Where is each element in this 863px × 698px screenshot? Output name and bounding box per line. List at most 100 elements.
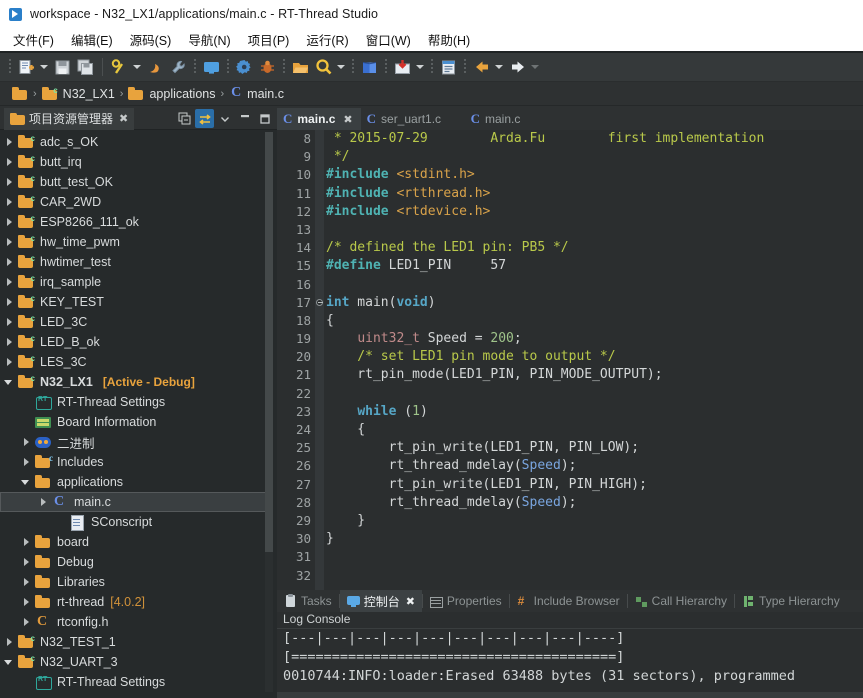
tree-item-adc-s-ok[interactable]: c adc_s_OK [0,132,271,152]
debug-bug-icon[interactable] [257,57,278,78]
new-dropdown-arrow[interactable] [38,57,49,78]
tree-item-rt-thread-settings[interactable]: RT RT-Thread Settings [0,392,271,412]
console-output[interactable]: [---|---|---|---|---|---|---|---|---|---… [277,628,863,690]
breadcrumb-item-folder[interactable]: applications [128,87,215,101]
expand-twisty-icon[interactable] [4,357,15,368]
collapse-twisty-icon[interactable] [4,377,15,388]
wrench-icon[interactable] [168,57,189,78]
expand-twisty-icon[interactable] [4,637,15,648]
breadcrumb-item-project[interactable]: c N32_LX1 [41,86,115,101]
tree-item-hw-time-pwm[interactable]: c hw_time_pwm [0,232,271,252]
expand-twisty-icon[interactable] [4,257,15,268]
settings-gear-icon[interactable] [234,57,255,78]
breadcrumb-item-file[interactable]: C main.c [229,85,284,101]
console-tab-include-browser[interactable]: # Include Browser [510,590,627,612]
console-tab-call-hierarchy[interactable]: Call Hierarchy [628,590,734,612]
save-icon[interactable] [52,57,73,78]
back-arrow-icon[interactable] [471,57,492,78]
build-dropdown-arrow[interactable] [131,57,142,78]
terminal-icon[interactable] [201,57,222,78]
tree-item-sconscript[interactable]: SConscript [0,512,271,532]
editor-tab-main-c[interactable]: Cmain.c [465,108,553,130]
tree-item-butt-irq[interactable]: c butt_irq [0,152,271,172]
collapse-twisty-icon[interactable] [21,477,32,488]
save-all-icon[interactable] [75,57,96,78]
tree-item-board[interactable]: board [0,532,271,552]
tree-item-main-c[interactable]: Cmain.c [0,492,271,512]
editor-tab-ser_uart1-c[interactable]: Cser_uart1.c [361,108,465,130]
view-menu-chevron-icon[interactable] [215,109,234,128]
search-dropdown-arrow[interactable] [335,57,346,78]
tree-item-irq-sample[interactable]: c irq_sample [0,272,271,292]
expand-twisty-icon[interactable] [21,437,32,448]
expand-twisty-icon[interactable] [4,237,15,248]
download-icon[interactable] [392,57,413,78]
menu-navigate[interactable]: 导航(N) [181,28,237,51]
tree-item-n32-test-1[interactable]: c N32_TEST_1 [0,632,271,652]
menu-file[interactable]: 文件(F) [6,28,61,51]
expand-twisty-icon[interactable] [21,457,32,468]
fold-toggle-icon[interactable] [316,298,323,306]
expand-twisty-icon[interactable] [21,557,32,568]
link-with-editor-icon[interactable] [195,109,214,128]
close-icon[interactable]: ✖ [343,113,352,126]
tree-item-applications[interactable]: applications [0,472,271,492]
expand-twisty-icon[interactable] [21,577,32,588]
editor-tab-main-c[interactable]: Cmain.c ✖ [277,108,361,130]
tree-item-esp8266-111-ok[interactable]: c ESP8266_111_ok [0,212,271,232]
maximize-icon[interactable] [255,109,274,128]
menu-source[interactable]: 源码(S) [123,28,179,51]
search-icon[interactable] [313,57,334,78]
code-editor[interactable]: 8 9 10 11 12 13 14 15 16 17 18 19 20 21 22 23 24 25 26 27 28… [277,130,863,590]
collapse-all-icon[interactable] [175,109,194,128]
tree-item-car-2wd[interactable]: c CAR_2WD [0,192,271,212]
tree-item-n32-lx1[interactable]: c N32_LX1 [Active - Debug] [0,372,271,392]
console-tab-type-hierarchy[interactable]: Type Hierarchy [735,590,847,612]
tree-item-debug[interactable]: Debug [0,552,271,572]
menu-run[interactable]: 运行(R) [299,28,355,51]
tree-item-les-3c[interactable]: c LES_3C [0,352,271,372]
close-icon[interactable]: ✖ [406,595,415,608]
menu-help[interactable]: 帮助(H) [421,28,477,51]
tree-item-butt-test-ok[interactable]: c butt_test_OK [0,172,271,192]
tree-item-rtconfig-h[interactable]: Crtconfig.h [0,612,271,632]
project-tree[interactable]: c adc_s_OK c butt_irq c butt_test_OK c CAR_2WD c… [0,130,271,698]
tree-item-board-information[interactable]: Board Information [0,412,271,432]
explorer-scrollbar[interactable] [265,132,273,692]
tree-item-rt-thread-settings[interactable]: RT RT-Thread Settings [0,672,271,692]
close-icon[interactable]: ✖ [119,112,128,125]
expand-twisty-icon[interactable] [21,597,32,608]
tree-item-libraries[interactable]: Libraries [0,572,271,592]
console-tab-tasks[interactable]: Tasks [277,590,339,612]
menu-project[interactable]: 项目(P) [241,28,297,51]
download-dropdown-arrow[interactable] [414,57,425,78]
package-icon[interactable] [438,57,459,78]
new-file-icon[interactable] [16,57,37,78]
console-tab-properties[interactable]: Properties [423,590,509,612]
tree-item-hwtimer-test[interactable]: c hwtimer_test [0,252,271,272]
minimize-icon[interactable] [235,109,254,128]
tree-item-led-b-ok[interactable]: c LED_B_ok [0,332,271,352]
clean-icon[interactable] [145,57,166,78]
build-icon[interactable] [109,57,130,78]
scrollbar-thumb[interactable] [265,132,273,552]
expand-twisty-icon[interactable] [4,297,15,308]
expand-twisty-icon[interactable] [4,157,15,168]
tree-item-key-test[interactable]: c KEY_TEST [0,292,271,312]
console-bottom-scrollbar[interactable] [277,692,863,698]
expand-twisty-icon[interactable] [21,617,32,628]
menu-window[interactable]: 窗口(W) [359,28,418,51]
forward-dropdown-arrow[interactable] [529,57,540,78]
expand-twisty-icon[interactable] [4,317,15,328]
breadcrumb-item-workspace[interactable] [12,87,28,101]
editor-vertical-scrollbar[interactable] [853,130,863,590]
expand-twisty-icon[interactable] [38,497,49,508]
expand-twisty-icon[interactable] [4,137,15,148]
open-folder-icon[interactable] [290,57,311,78]
expand-twisty-icon[interactable] [4,277,15,288]
tree-item-includes[interactable]: c Includes [0,452,271,472]
console-tab-控制台[interactable]: 控制台 ✖ [339,590,422,612]
tree-item-[interactable]: 二进制 [0,432,271,452]
book-icon[interactable] [359,57,380,78]
collapse-twisty-icon[interactable] [4,657,15,668]
